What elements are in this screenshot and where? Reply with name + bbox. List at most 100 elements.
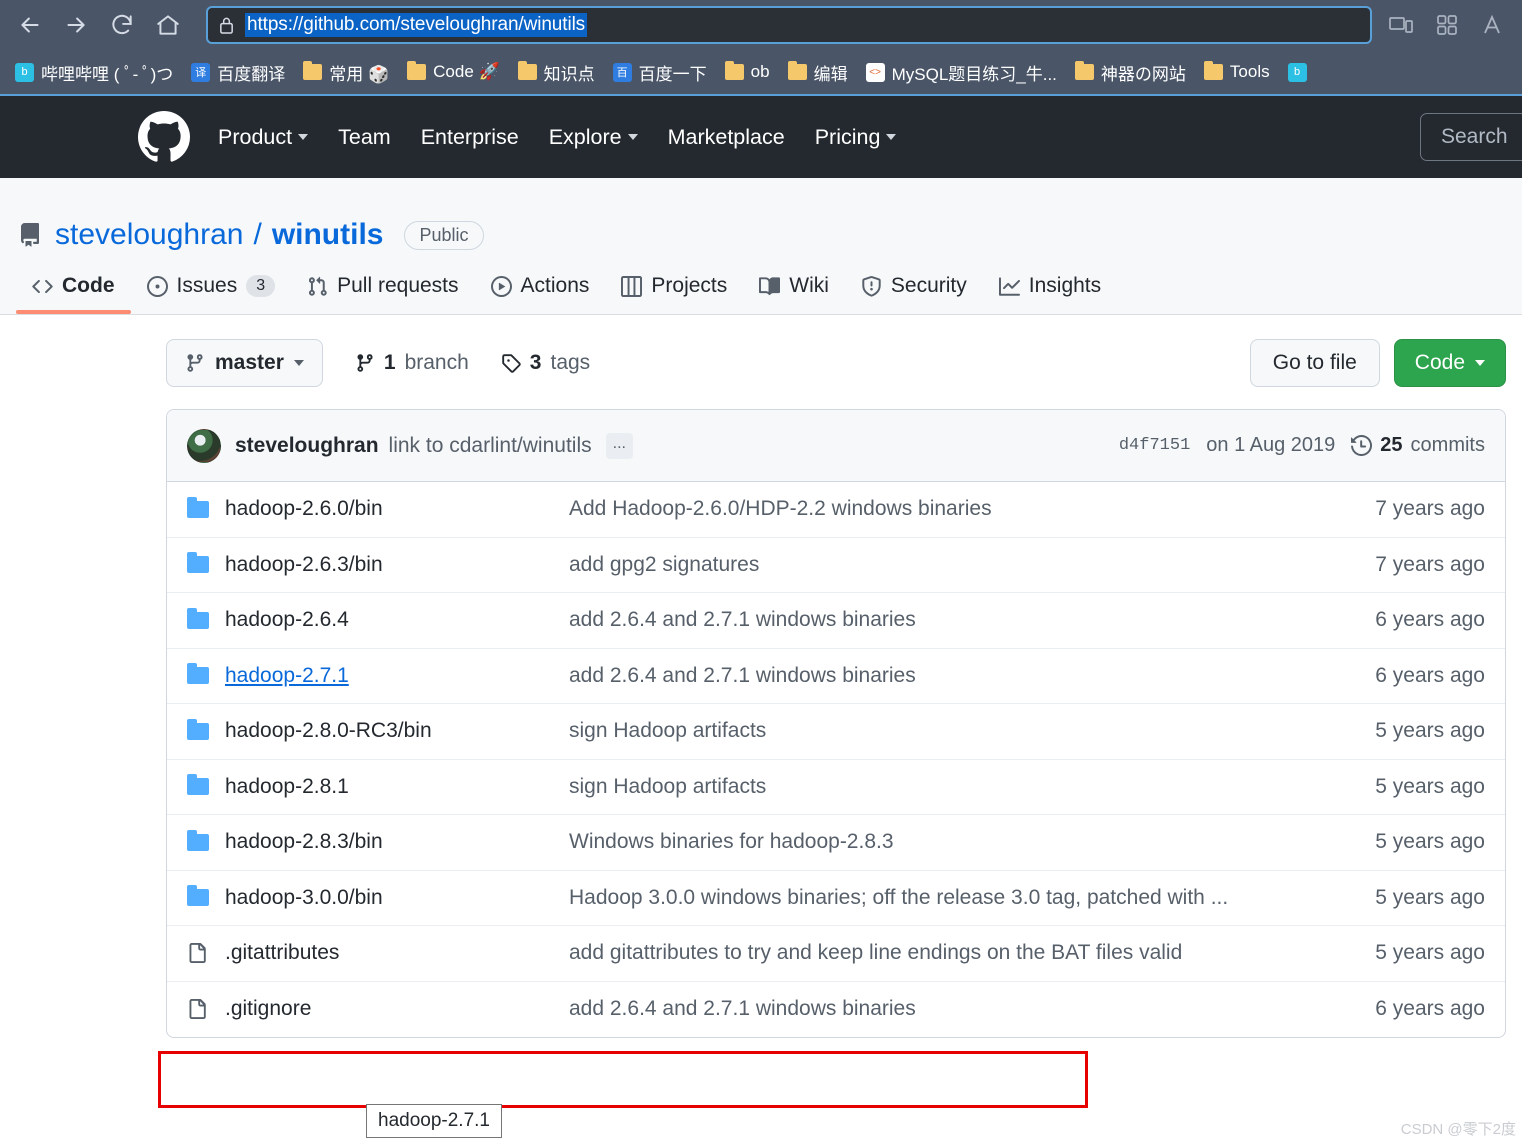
table-row[interactable]: hadoop-2.6.0/bin Add Hadoop-2.6.0/HDP-2.…: [167, 482, 1505, 538]
table-row[interactable]: hadoop-2.8.0-RC3/bin sign Hadoop artifac…: [167, 704, 1505, 760]
nav-enterprise[interactable]: Enterprise: [421, 125, 519, 150]
table-row[interactable]: .gitattributes add gitattributes to try …: [167, 926, 1505, 982]
nav-team[interactable]: Team: [338, 125, 391, 150]
back-arrow-icon[interactable]: [8, 6, 52, 44]
tab-insights[interactable]: Insights: [983, 274, 1117, 314]
commit-message-cell[interactable]: sign Hadoop artifacts: [569, 719, 1375, 743]
nav-product[interactable]: Product: [218, 125, 308, 150]
search-placeholder: Search: [1441, 125, 1508, 149]
tab-issues[interactable]: Issues 3: [131, 274, 292, 314]
file-listing: steveloughran link to cdarlint/winutils …: [166, 409, 1506, 1038]
commit-message-cell[interactable]: add gpg2 signatures: [569, 553, 1375, 577]
branch-count-link[interactable]: 1 branch: [355, 351, 469, 375]
file-name-link[interactable]: hadoop-2.8.1: [217, 775, 569, 799]
file-name-link[interactable]: .gitignore: [217, 997, 569, 1021]
commit-time-cell: 5 years ago: [1375, 719, 1485, 743]
commit-hash[interactable]: d4f7151: [1119, 436, 1190, 455]
commit-time-cell: 6 years ago: [1375, 664, 1485, 688]
nav-marketplace[interactable]: Marketplace: [668, 125, 785, 150]
graph-icon: [999, 276, 1020, 297]
github-mark-icon[interactable]: [138, 111, 190, 163]
table-row[interactable]: hadoop-2.8.3/bin Windows binaries for ha…: [167, 815, 1505, 871]
bookmark-label: ob: [751, 62, 770, 82]
bookmark-item[interactable]: 译百度翻译: [182, 56, 294, 89]
file-name-tooltip: hadoop-2.7.1: [366, 1104, 502, 1138]
forward-arrow-icon[interactable]: [54, 6, 98, 44]
table-row-highlighted[interactable]: hadoop-2.7.1 add 2.6.4 and 2.7.1 windows…: [167, 649, 1505, 705]
table-row[interactable]: hadoop-2.6.3/bin add gpg2 signatures 7 y…: [167, 538, 1505, 594]
repo-separator: /: [253, 218, 261, 252]
nav-label: Enterprise: [421, 125, 519, 150]
tab-pull-requests[interactable]: Pull requests: [291, 274, 474, 314]
repo-name-link[interactable]: winutils: [272, 218, 384, 252]
table-row[interactable]: .gitignore add 2.6.4 and 2.7.1 windows b…: [167, 982, 1505, 1038]
chevron-down-icon: [1475, 360, 1485, 366]
commit-message-cell[interactable]: add 2.6.4 and 2.7.1 windows binaries: [569, 608, 1375, 632]
folder-icon: [187, 501, 217, 518]
commit-message-cell[interactable]: Add Hadoop-2.6.0/HDP-2.2 windows binarie…: [569, 497, 1375, 521]
commit-expand-button[interactable]: ...: [606, 433, 633, 459]
file-name-link[interactable]: hadoop-2.6.4: [217, 608, 569, 632]
repo-tabs: Code Issues 3 Pull requests Actions Proj…: [0, 252, 1522, 314]
repo-main-content: master 1 branch 3 tags Go to file Code s…: [0, 315, 1522, 1038]
bookmark-item[interactable]: ob: [716, 58, 779, 86]
file-name-link[interactable]: hadoop-3.0.0/bin: [217, 886, 569, 910]
tab-actions[interactable]: Actions: [475, 274, 606, 314]
commits-count: 25: [1380, 434, 1402, 457]
bookmark-item[interactable]: 常用 🎲: [294, 56, 398, 89]
commit-message-cell[interactable]: add gitattributes to try and keep line e…: [569, 941, 1375, 965]
file-name-link[interactable]: hadoop-2.6.3/bin: [217, 553, 569, 577]
bookmark-item[interactable]: 百百度一下: [604, 56, 716, 89]
commit-time-cell: 5 years ago: [1375, 886, 1485, 910]
chevron-down-icon: [294, 360, 304, 366]
commit-message-cell[interactable]: add 2.6.4 and 2.7.1 windows binaries: [569, 664, 1375, 688]
reload-icon[interactable]: [100, 6, 144, 44]
bookmark-item[interactable]: <>MySQL题目练习_牛...: [857, 56, 1066, 89]
commit-message[interactable]: link to cdarlint/winutils: [389, 434, 592, 458]
watermark: CSDN @零下2度: [1401, 1118, 1516, 1139]
bookmark-item[interactable]: Tools: [1195, 58, 1279, 86]
repo-owner-link[interactable]: steveloughran: [55, 218, 243, 252]
table-row[interactable]: hadoop-2.8.1 sign Hadoop artifacts 5 yea…: [167, 760, 1505, 816]
branch-word: branch: [405, 351, 469, 375]
branch-selector-button[interactable]: master: [166, 339, 323, 387]
bookmark-item[interactable]: Code 🚀: [398, 58, 509, 86]
commits-word: commits: [1411, 434, 1485, 457]
table-row[interactable]: hadoop-3.0.0/bin Hadoop 3.0.0 windows bi…: [167, 871, 1505, 927]
tab-projects[interactable]: Projects: [605, 274, 743, 314]
file-name-link[interactable]: hadoop-2.6.0/bin: [217, 497, 569, 521]
table-row[interactable]: hadoop-2.6.4 add 2.6.4 and 2.7.1 windows…: [167, 593, 1505, 649]
tag-count-link[interactable]: 3 tags: [501, 351, 590, 375]
commit-message-cell[interactable]: Hadoop 3.0.0 windows binaries; off the r…: [569, 886, 1375, 910]
bookmark-item[interactable]: b: [1279, 59, 1316, 86]
commit-message-cell[interactable]: add 2.6.4 and 2.7.1 windows binaries: [569, 997, 1375, 1021]
file-name-link[interactable]: hadoop-2.8.3/bin: [217, 830, 569, 854]
device-cast-icon[interactable]: [1384, 8, 1418, 42]
nav-explore[interactable]: Explore: [549, 125, 638, 150]
code-download-button[interactable]: Code: [1394, 339, 1506, 387]
tab-security[interactable]: Security: [845, 274, 983, 314]
split-screen-icon[interactable]: [1430, 8, 1464, 42]
commit-author[interactable]: steveloughran: [235, 434, 379, 458]
bookmark-label: 常用 🎲: [329, 60, 389, 85]
bookmark-item[interactable]: 编辑: [779, 56, 857, 89]
bookmark-item[interactable]: b哔哩哔哩 ( ﾟ- ﾟ)つ: [6, 56, 182, 89]
avatar[interactable]: [187, 429, 221, 463]
bookmark-item[interactable]: 神器の网站: [1066, 56, 1195, 89]
commits-count-link[interactable]: 25 commits: [1351, 434, 1485, 457]
bookmark-item[interactable]: 知识点: [509, 56, 604, 89]
home-icon[interactable]: [146, 6, 190, 44]
address-bar[interactable]: https://github.com/steveloughran/winutil…: [206, 6, 1372, 44]
commit-message-cell[interactable]: Windows binaries for hadoop-2.8.3: [569, 830, 1375, 854]
search-input[interactable]: Search: [1420, 113, 1522, 161]
nav-pricing[interactable]: Pricing: [815, 125, 897, 150]
file-name-link[interactable]: .gitattributes: [217, 941, 569, 965]
read-aloud-icon[interactable]: [1476, 8, 1510, 42]
tab-code[interactable]: Code: [16, 274, 131, 314]
file-name-link-hovered[interactable]: hadoop-2.7.1: [217, 664, 569, 688]
tab-label: Code: [62, 274, 115, 298]
file-name-link[interactable]: hadoop-2.8.0-RC3/bin: [217, 719, 569, 743]
tab-wiki[interactable]: Wiki: [743, 274, 845, 314]
commit-message-cell[interactable]: sign Hadoop artifacts: [569, 775, 1375, 799]
go-to-file-button[interactable]: Go to file: [1250, 339, 1380, 387]
